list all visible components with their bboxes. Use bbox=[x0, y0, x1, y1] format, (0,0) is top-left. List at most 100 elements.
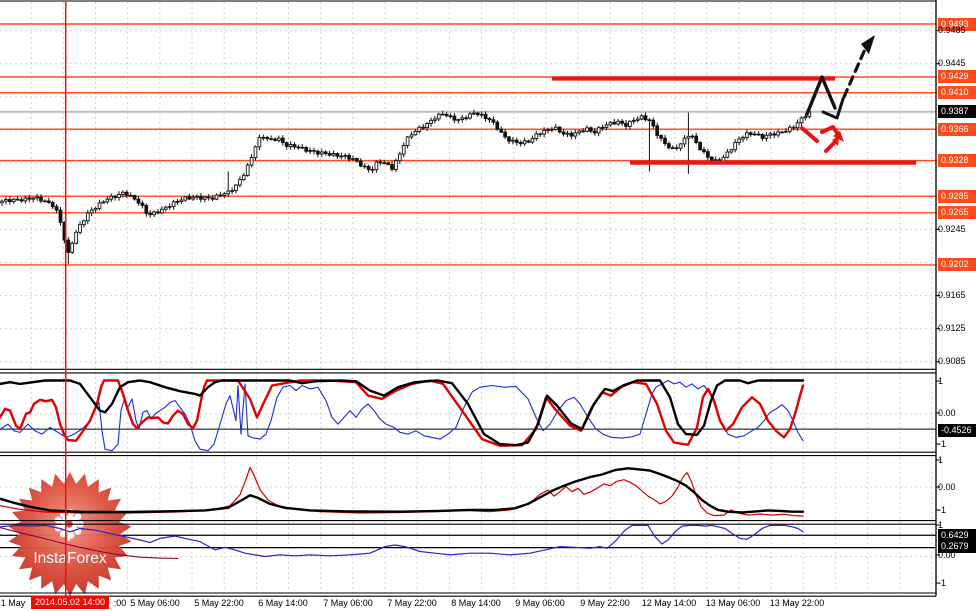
time-axis-label: 12 May 14:00 bbox=[641, 598, 697, 608]
price-axis-label: 0.9085 bbox=[938, 356, 966, 367]
candle bbox=[643, 112, 648, 122]
chart-canvas[interactable]: InstaForex bbox=[0, 0, 976, 611]
indicator1-axis-label: 1 bbox=[938, 375, 944, 386]
candle bbox=[522, 137, 527, 146]
candle bbox=[288, 141, 293, 150]
candle bbox=[573, 129, 578, 140]
candle bbox=[635, 116, 640, 123]
candle bbox=[737, 136, 741, 146]
price-axis-label: 0.9265 bbox=[938, 206, 976, 220]
indicator1-layer bbox=[0, 379, 805, 452]
price-axis-label: 0.9410 bbox=[938, 86, 976, 100]
candle bbox=[374, 160, 379, 173]
candle bbox=[366, 164, 371, 173]
analyst-annotations-layer bbox=[64, 1, 916, 596]
candle bbox=[261, 134, 266, 141]
candle bbox=[561, 128, 566, 137]
candle bbox=[74, 230, 78, 245]
candle bbox=[226, 171, 231, 197]
candle bbox=[491, 116, 496, 125]
candle bbox=[66, 236, 71, 265]
time-axis-label: 9 May 22:00 bbox=[580, 598, 630, 608]
candle bbox=[433, 115, 437, 124]
candle bbox=[331, 150, 336, 157]
candle bbox=[70, 241, 75, 255]
candle bbox=[698, 140, 702, 151]
candle bbox=[507, 136, 511, 144]
candle bbox=[483, 111, 488, 122]
candle bbox=[596, 125, 601, 137]
candle bbox=[269, 135, 273, 141]
candle bbox=[624, 120, 628, 130]
candle bbox=[82, 219, 86, 228]
candle bbox=[405, 136, 410, 149]
candle bbox=[230, 187, 234, 195]
candle bbox=[222, 191, 227, 199]
candle bbox=[733, 139, 738, 153]
candle bbox=[616, 119, 621, 126]
candle bbox=[43, 199, 47, 203]
candle bbox=[11, 198, 16, 204]
price-axis-label: 0.9366 bbox=[938, 122, 976, 136]
candle bbox=[585, 125, 589, 133]
candle bbox=[538, 132, 543, 138]
candle bbox=[140, 200, 145, 209]
candle bbox=[78, 221, 82, 235]
candle bbox=[776, 128, 780, 138]
price-axis-label: 0.9445 bbox=[938, 58, 966, 69]
watermark-text: InstaForex bbox=[33, 550, 106, 567]
candle bbox=[171, 199, 176, 210]
candle bbox=[468, 111, 472, 120]
candle bbox=[284, 141, 289, 150]
indicator2-black-line bbox=[0, 467, 805, 514]
price-axis-label: 0.9285 bbox=[938, 189, 976, 203]
candle bbox=[514, 137, 519, 146]
candle bbox=[167, 203, 172, 211]
candle bbox=[296, 144, 301, 150]
candle bbox=[152, 210, 156, 218]
candle bbox=[238, 176, 242, 188]
panel-borders-layer bbox=[0, 0, 937, 597]
candle bbox=[487, 117, 492, 123]
candle bbox=[97, 199, 102, 211]
candle bbox=[4, 196, 8, 205]
price-axis-label: 0.9328 bbox=[938, 154, 976, 168]
candle bbox=[0, 199, 4, 207]
candle bbox=[312, 147, 316, 155]
candle bbox=[19, 197, 24, 203]
candle bbox=[199, 193, 203, 203]
candle bbox=[495, 120, 500, 131]
candle bbox=[569, 131, 574, 140]
candle bbox=[429, 117, 433, 127]
candle bbox=[370, 166, 375, 173]
candle bbox=[277, 135, 281, 143]
candle bbox=[316, 149, 320, 158]
candle bbox=[187, 193, 192, 200]
horizontal-level-lines-layer bbox=[0, 23, 936, 549]
candle bbox=[628, 120, 632, 130]
candle bbox=[58, 207, 63, 226]
candle bbox=[651, 117, 656, 130]
candle bbox=[292, 142, 297, 150]
candle bbox=[93, 206, 98, 213]
candle bbox=[31, 196, 36, 203]
indicator3-axis-label: -1 bbox=[938, 577, 947, 588]
time-axis-highlighted-date-label: 2014.05.02 14:00 bbox=[30, 596, 110, 609]
candle bbox=[756, 131, 761, 136]
candle bbox=[85, 209, 90, 225]
candle bbox=[179, 196, 184, 205]
candle bbox=[327, 150, 332, 157]
price-axis-label: 0.9165 bbox=[938, 290, 966, 301]
time-axis-label: 8 May 14:00 bbox=[451, 598, 501, 608]
candle bbox=[202, 195, 207, 203]
candle bbox=[195, 194, 199, 201]
candle bbox=[241, 173, 246, 181]
candle bbox=[659, 134, 663, 142]
candle bbox=[89, 207, 94, 217]
candle bbox=[265, 135, 270, 142]
indicator2-axis-label: 0.00 bbox=[938, 481, 956, 492]
candle bbox=[163, 205, 168, 212]
candle bbox=[530, 135, 535, 144]
candle bbox=[589, 126, 593, 134]
indicator2-layer bbox=[0, 466, 805, 517]
